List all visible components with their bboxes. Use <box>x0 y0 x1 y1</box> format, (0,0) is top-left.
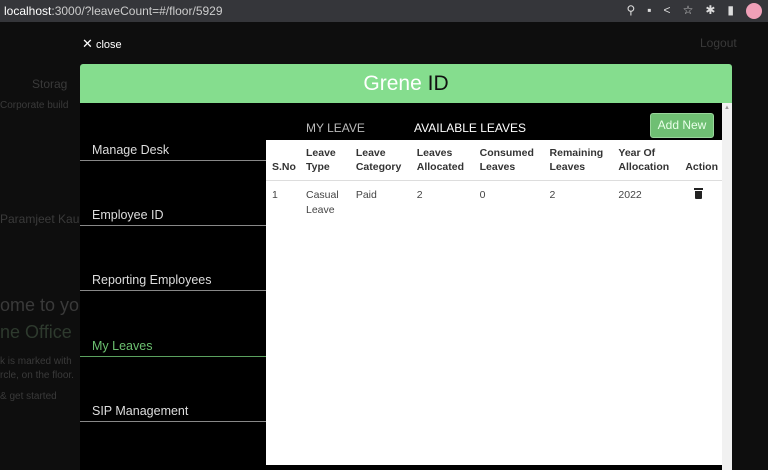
tab-my-leave[interactable]: MY LEAVE <box>306 121 365 135</box>
cell-sno: 1 <box>272 189 278 201</box>
col-consumed-leaves: Consumed Leaves <box>473 140 544 181</box>
logout-link[interactable]: Logout <box>700 36 737 50</box>
col-leave-type: Leave Type <box>299 140 350 181</box>
desk-note-2: rcle, on the floor. <box>0 370 74 381</box>
profile-avatar[interactable] <box>746 3 762 19</box>
scrollbar[interactable]: ▲ <box>722 103 732 470</box>
col-action: Action <box>679 140 722 181</box>
add-new-button[interactable]: Add New <box>650 113 714 138</box>
title-id: ID <box>427 72 449 95</box>
sidebar-item-reporting-employees[interactable]: Reporting Employees <box>80 273 266 291</box>
cell-action <box>679 181 722 225</box>
cell-consumed: 0 <box>479 189 486 201</box>
col-year-of-allocation: Year Of Allocation <box>612 140 680 181</box>
sidebar-item-employee-id[interactable]: Employee ID <box>80 208 266 226</box>
welcome-text: ome to you <box>0 295 90 315</box>
bookmark-star-icon[interactable]: ☆ <box>683 3 694 19</box>
col-leaves-allocated: Leaves Allocated <box>410 140 474 181</box>
url-path: :3000/?leaveCount=#/floor/5929 <box>51 4 223 18</box>
close-button[interactable]: ✕ close <box>82 36 122 52</box>
col-leave-category: Leave Category <box>349 140 411 181</box>
sidebar-item-manage-desk[interactable]: Manage Desk <box>80 143 266 161</box>
col-remaining-leaves: Remaining Leaves <box>543 140 613 181</box>
leaves-table: S.No Leave Type Leave Category Leaves Al… <box>266 140 722 465</box>
cell-remaining: 2 <box>549 189 556 201</box>
sidebar-item-my-leaves[interactable]: My Leaves <box>80 339 266 357</box>
table-header-row: S.No Leave Type Leave Category Leaves Al… <box>266 140 722 181</box>
camera-blocked-icon[interactable]: ▪ <box>647 3 651 19</box>
office-text: ne Office <box>0 322 72 342</box>
url-host: localhost <box>4 4 52 18</box>
user-name: Paramjeet Kaur <box>0 212 84 226</box>
cell-year: 2022 <box>618 189 642 201</box>
close-label: close <box>95 39 122 51</box>
tab-available-leaves[interactable]: AVAILABLE LEAVES <box>414 121 526 135</box>
col-sno: S.No <box>266 140 300 181</box>
cell-category: Paid <box>355 189 377 201</box>
location-icon[interactable]: ⚲ <box>626 3 635 19</box>
storage-label: Storag <box>32 77 68 91</box>
scroll-up-icon[interactable]: ▲ <box>724 105 730 111</box>
extensions-icon[interactable]: ✱ <box>705 3 715 19</box>
modal-body: Manage Desk Employee ID Reporting Employ… <box>80 103 732 470</box>
cell-type: Casual Leave <box>305 189 339 216</box>
modal-title: Grene ID <box>80 64 732 103</box>
address-bar[interactable]: localhost:3000/?leaveCount=#/floor/5929 … <box>0 0 768 22</box>
trash-icon[interactable] <box>694 188 704 199</box>
sidepanel-icon[interactable]: ▮ <box>727 3 734 19</box>
sidebar-item-sip-management[interactable]: SIP Management <box>80 404 266 422</box>
get-started: & get started <box>0 391 57 402</box>
cell-allocated: 2 <box>416 189 423 201</box>
corporate-label: Corporate build <box>0 100 69 111</box>
close-icon: ✕ <box>82 36 93 51</box>
desk-note: k is marked with <box>0 356 72 367</box>
table-row: 1 Casual Leave Paid 2 0 2 2022 <box>266 181 722 225</box>
title-main: Grene <box>363 72 422 95</box>
share-icon[interactable]: < <box>664 3 671 19</box>
